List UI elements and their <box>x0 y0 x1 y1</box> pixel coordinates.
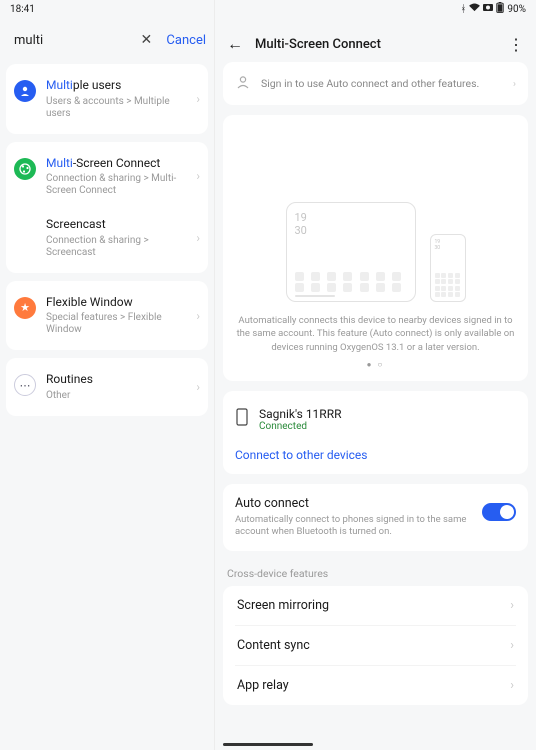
result-path: Connection & sharing > Screencast <box>46 235 186 259</box>
devices-card: Sagnik's 11RRR Connected Connect to othe… <box>223 391 528 474</box>
detail-panel: ← Multi-Screen Connect ⋮ Sign in to use … <box>215 0 536 750</box>
chevron-right-icon: › <box>196 169 200 183</box>
status-bar: 18:41 ᚼ 90% <box>0 0 536 18</box>
tablet-illustration: 19 30 <box>286 202 416 302</box>
result-highlight: Multi <box>46 156 73 170</box>
device-name: Sagnik's 11RRR <box>259 407 342 421</box>
bluetooth-icon: ᚼ <box>460 4 466 15</box>
sign-in-text: Sign in to use Auto connect and other fe… <box>261 77 503 90</box>
result-flexible-window[interactable]: ★ Flexible Window Special features > Fle… <box>6 285 208 347</box>
auto-connect-title: Auto connect <box>235 496 470 511</box>
clear-search-icon[interactable]: ✕ <box>136 32 156 48</box>
nav-bar-handle[interactable] <box>223 743 313 746</box>
chevron-right-icon: › <box>510 678 514 693</box>
device-row[interactable]: Sagnik's 11RRR Connected <box>235 403 516 436</box>
icon-spacer <box>14 219 36 241</box>
promo-description: Automatically connects this device to ne… <box>235 314 516 354</box>
features-card: Screen mirroring› Content sync› App rela… <box>223 586 528 705</box>
chevron-right-icon: › <box>513 77 516 90</box>
more-menu-icon[interactable]: ⋮ <box>508 35 524 54</box>
result-path: Special features > Flexible Window <box>46 312 186 336</box>
chevron-right-icon: › <box>510 638 514 653</box>
section-header: Cross-device features <box>223 561 528 586</box>
result-path: Connection & sharing > Multi-Screen Conn… <box>46 173 186 197</box>
result-screencast[interactable]: Screencast Connection & sharing > Screen… <box>6 207 208 269</box>
camera-icon <box>483 3 493 15</box>
connect-other-link[interactable]: Connect to other devices <box>235 448 516 462</box>
feature-screen-mirroring[interactable]: Screen mirroring› <box>235 586 516 625</box>
phone-illustration: 19 30 <box>430 234 466 302</box>
chevron-right-icon: › <box>196 380 200 394</box>
feature-content-sync[interactable]: Content sync› <box>235 625 516 665</box>
sign-in-banner[interactable]: Sign in to use Auto connect and other fe… <box>223 62 528 105</box>
page-title: Multi-Screen Connect <box>255 37 496 52</box>
battery-pct: 90% <box>507 4 526 15</box>
chevron-right-icon: › <box>196 231 200 245</box>
result-path: Other <box>46 390 186 402</box>
search-panel: multi ✕ Cancel Multiple users Users & ac… <box>0 0 215 750</box>
back-button[interactable]: ← <box>227 34 243 54</box>
result-path: Users & accounts > Multiple users <box>46 96 186 120</box>
auto-connect-toggle[interactable] <box>482 503 516 521</box>
search-input[interactable]: multi <box>14 33 136 48</box>
chevron-right-icon: › <box>510 598 514 613</box>
status-icons: ᚼ 90% <box>460 2 526 16</box>
chevron-right-icon: › <box>196 309 200 323</box>
person-icon <box>14 80 36 102</box>
feature-app-relay[interactable]: App relay› <box>235 665 516 705</box>
result-multiscreen-connect[interactable]: Multi-Screen Connect Connection & sharin… <box>6 146 208 208</box>
page-indicator: ● ○ <box>235 360 516 369</box>
chevron-right-icon: › <box>196 92 200 106</box>
device-status: Connected <box>259 421 342 432</box>
person-outline-icon <box>235 74 251 93</box>
auto-connect-row[interactable]: Auto connect Automatically connect to ph… <box>223 484 528 551</box>
result-routines[interactable]: ⋯ Routines Other › <box>6 362 208 412</box>
auto-connect-desc: Automatically connect to phones signed i… <box>235 514 470 539</box>
star-icon: ★ <box>14 297 36 319</box>
dots-icon: ⋯ <box>14 374 36 396</box>
battery-icon <box>496 2 504 16</box>
result-highlight: Multi <box>46 78 73 92</box>
promo-card[interactable]: 19 30 19 30 Automatically connects this … <box>223 115 528 381</box>
status-time: 18:41 <box>10 4 35 15</box>
phone-icon <box>235 408 249 430</box>
wifi-icon <box>469 3 480 15</box>
result-multiple-users[interactable]: Multiple users Users & accounts > Multip… <box>6 68 208 130</box>
share-icon <box>14 158 36 180</box>
cancel-button[interactable]: Cancel <box>166 33 206 48</box>
